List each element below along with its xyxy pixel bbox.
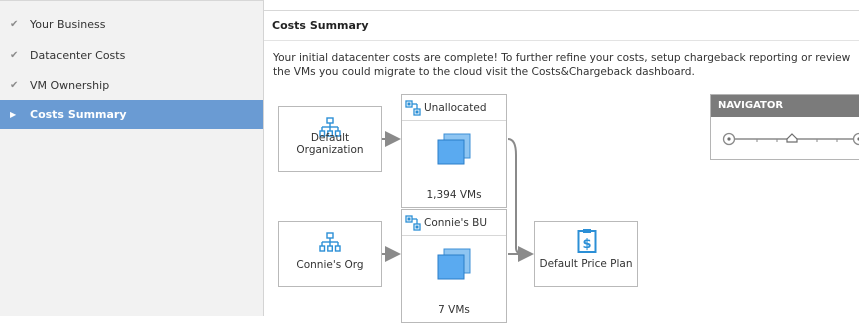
- business-unit-icon: [405, 215, 421, 231]
- business-unit-name: Unallocated: [424, 102, 486, 114]
- main-panel: Costs Summary Your initial datacenter co…: [264, 0, 859, 316]
- slider-thumb: [787, 134, 797, 142]
- price-plan-node[interactable]: $ Default Price Plan: [534, 221, 638, 287]
- virtual-machines-icon: [437, 248, 471, 280]
- check-icon: ✔: [0, 50, 30, 61]
- business-unit-header: Unallocated: [402, 95, 506, 121]
- business-unit-header: Connie's BU: [402, 210, 506, 236]
- sidebar: ✔ Your Business ✔ Datacenter Costs ✔ VM …: [0, 0, 264, 316]
- virtual-machines-icon: [437, 133, 471, 165]
- check-icon: ✔: [0, 80, 30, 91]
- zoom-slider[interactable]: [717, 129, 859, 149]
- org-node-connies-org[interactable]: Connie's Org: [278, 221, 382, 287]
- sidebar-item-label: Your Business: [30, 18, 106, 31]
- business-unit-node-unallocated[interactable]: Unallocated 1,394 VMs: [401, 94, 507, 208]
- caret-right-icon: ▶: [0, 110, 30, 119]
- price-plan-icon: $: [577, 228, 597, 254]
- sidebar-item-datacenter-costs[interactable]: ✔ Datacenter Costs: [0, 41, 263, 70]
- price-plan-label: Default Price Plan: [535, 258, 637, 270]
- org-label: Connie's Org: [279, 259, 381, 271]
- org-node-default[interactable]: Default Organization: [278, 106, 382, 172]
- sidebar-item-costs-summary[interactable]: ▶ Costs Summary: [0, 100, 263, 129]
- check-icon: ✔: [0, 19, 30, 30]
- navigator-title: NAVIGATOR: [711, 95, 859, 117]
- sidebar-item-label: VM Ownership: [30, 79, 109, 92]
- connector-arrow: [508, 139, 532, 254]
- org-label: Default Organization: [279, 132, 381, 156]
- sidebar-item-vm-ownership[interactable]: ✔ VM Ownership: [0, 71, 263, 100]
- business-unit-icon: [405, 100, 421, 116]
- sidebar-item-label: Costs Summary: [30, 108, 127, 121]
- business-unit-name: Connie's BU: [424, 217, 487, 229]
- vm-count: 1,394 VMs: [402, 189, 506, 201]
- org-chart-icon: [319, 232, 341, 254]
- sidebar-item-your-business[interactable]: ✔ Your Business: [0, 10, 263, 39]
- business-unit-node-connies-bu[interactable]: Connie's BU 7 VMs: [401, 209, 507, 323]
- sidebar-item-label: Datacenter Costs: [30, 49, 125, 62]
- navigator-panel: NAVIGATOR: [710, 94, 859, 160]
- svg-text:$: $: [582, 237, 591, 252]
- vm-count: 7 VMs: [402, 304, 506, 316]
